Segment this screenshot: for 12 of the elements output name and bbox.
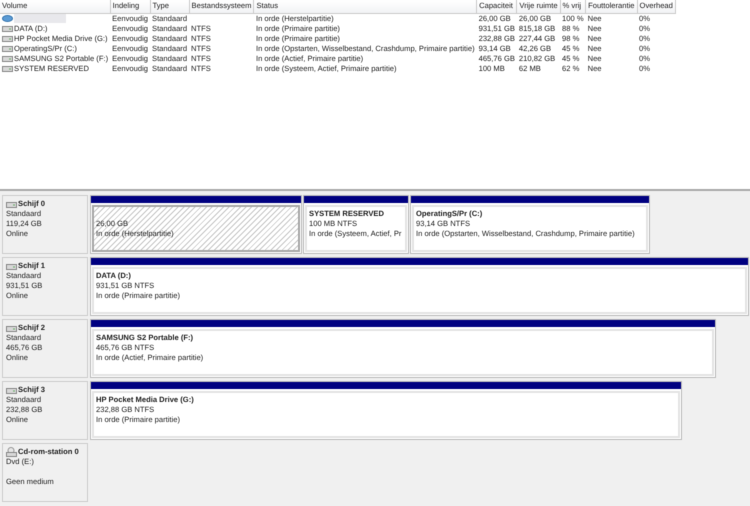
selection-highlight (14, 14, 66, 23)
drive-icon (2, 35, 13, 42)
volume-icon (2, 15, 13, 22)
cd-drive-icon (6, 447, 17, 457)
drive-icon (6, 200, 17, 208)
drive-icon (2, 45, 13, 52)
drive-icon (6, 262, 17, 270)
drive-icon (6, 386, 17, 394)
drive-icon (6, 324, 17, 332)
drive-icon (2, 25, 13, 32)
drive-icon (2, 65, 13, 72)
drive-icon (2, 55, 13, 62)
